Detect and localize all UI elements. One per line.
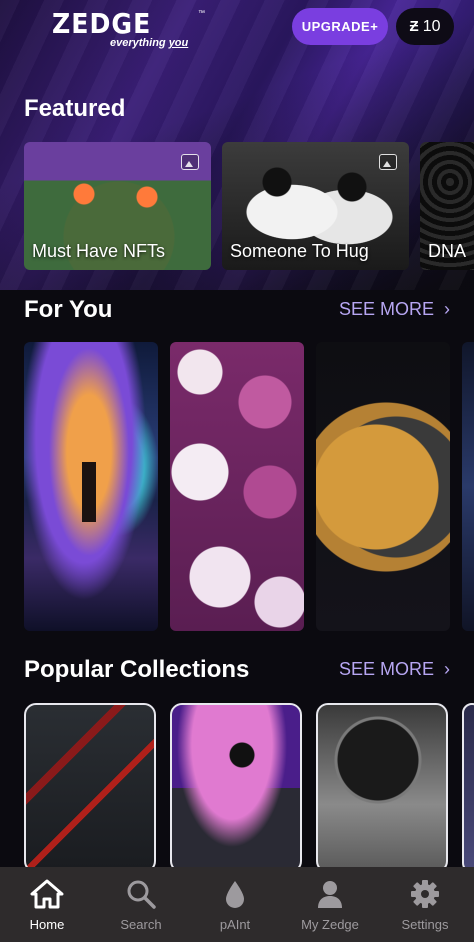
wallpaper-thumbnail[interactable] <box>24 342 158 631</box>
featured-card-label: Must Have NFTs <box>32 241 166 261</box>
image-type-icon <box>181 154 199 170</box>
featured-card[interactable]: Must Have NFTs <box>24 142 211 270</box>
popular-collections-see-more-button[interactable]: SEE MORE › <box>339 659 450 680</box>
featured-card-label: DNA <box>428 241 467 261</box>
for-you-title: For You <box>24 296 113 323</box>
tab-label: Home <box>29 917 65 932</box>
tab-label: Settings <box>401 917 449 932</box>
gear-icon <box>410 877 440 911</box>
drop-icon <box>223 877 247 911</box>
popular-collections-title: Popular Collections <box>24 656 250 683</box>
tab-home[interactable]: Home <box>0 867 94 942</box>
see-more-label: SEE MORE <box>338 659 434 679</box>
tab-my-zedge[interactable]: My Zedge <box>283 867 377 942</box>
popular-collections-carousel[interactable] <box>24 703 474 873</box>
featured-card-label: Someone To Hug <box>230 241 369 261</box>
app-header: ZEDGE ™ everything you UPGRADE+ Ƶ 10 <box>0 0 474 60</box>
featured-title: Featured <box>24 95 126 122</box>
image-type-icon <box>379 154 397 170</box>
collection-card[interactable] <box>462 703 474 873</box>
logo-tagline-highlight: you <box>168 37 189 49</box>
search-icon <box>126 877 156 911</box>
zedge-logo[interactable]: ZEDGE ™ everything you <box>52 10 212 50</box>
collection-card[interactable] <box>24 703 156 873</box>
home-icon <box>30 877 64 911</box>
featured-card[interactable]: Someone To Hug <box>222 142 409 270</box>
person-icon <box>316 877 344 911</box>
see-more-label: SEE MORE <box>338 299 434 319</box>
wallpaper-thumbnail[interactable] <box>170 342 304 631</box>
logo-trademark: ™ <box>198 10 205 17</box>
tab-label: My Zedge <box>301 917 359 932</box>
zedge-coin-icon: Ƶ <box>409 18 419 35</box>
logo-wordmark: ZEDGE <box>52 7 152 40</box>
tab-paint[interactable]: pAInt <box>188 867 282 942</box>
bottom-tab-bar: Home Search pAInt My Zedge Settings <box>0 867 474 942</box>
featured-carousel[interactable]: Must Have NFTs Someone To Hug DNA <box>24 142 474 270</box>
tab-settings[interactable]: Settings <box>378 867 472 942</box>
credits-count: 10 <box>422 17 441 35</box>
logo-tagline: everything you <box>110 37 188 49</box>
tab-search[interactable]: Search <box>94 867 188 942</box>
tab-label: pAInt <box>219 917 251 932</box>
collection-card[interactable] <box>316 703 448 873</box>
for-you-carousel[interactable] <box>24 342 474 631</box>
for-you-see-more-button[interactable]: SEE MORE › <box>339 299 450 320</box>
wallpaper-thumbnail[interactable] <box>462 342 474 631</box>
logo-tagline-prefix: everything <box>110 37 169 49</box>
tab-label: Search <box>120 917 162 932</box>
chevron-right-icon: › <box>444 659 450 679</box>
featured-card[interactable]: DNA <box>420 142 474 270</box>
wallpaper-thumbnail[interactable] <box>316 342 450 631</box>
upgrade-button[interactable]: UPGRADE+ <box>292 8 388 45</box>
chevron-right-icon: › <box>444 299 450 319</box>
zedge-credits-button[interactable]: Ƶ 10 <box>396 8 454 45</box>
collection-card[interactable] <box>170 703 302 873</box>
